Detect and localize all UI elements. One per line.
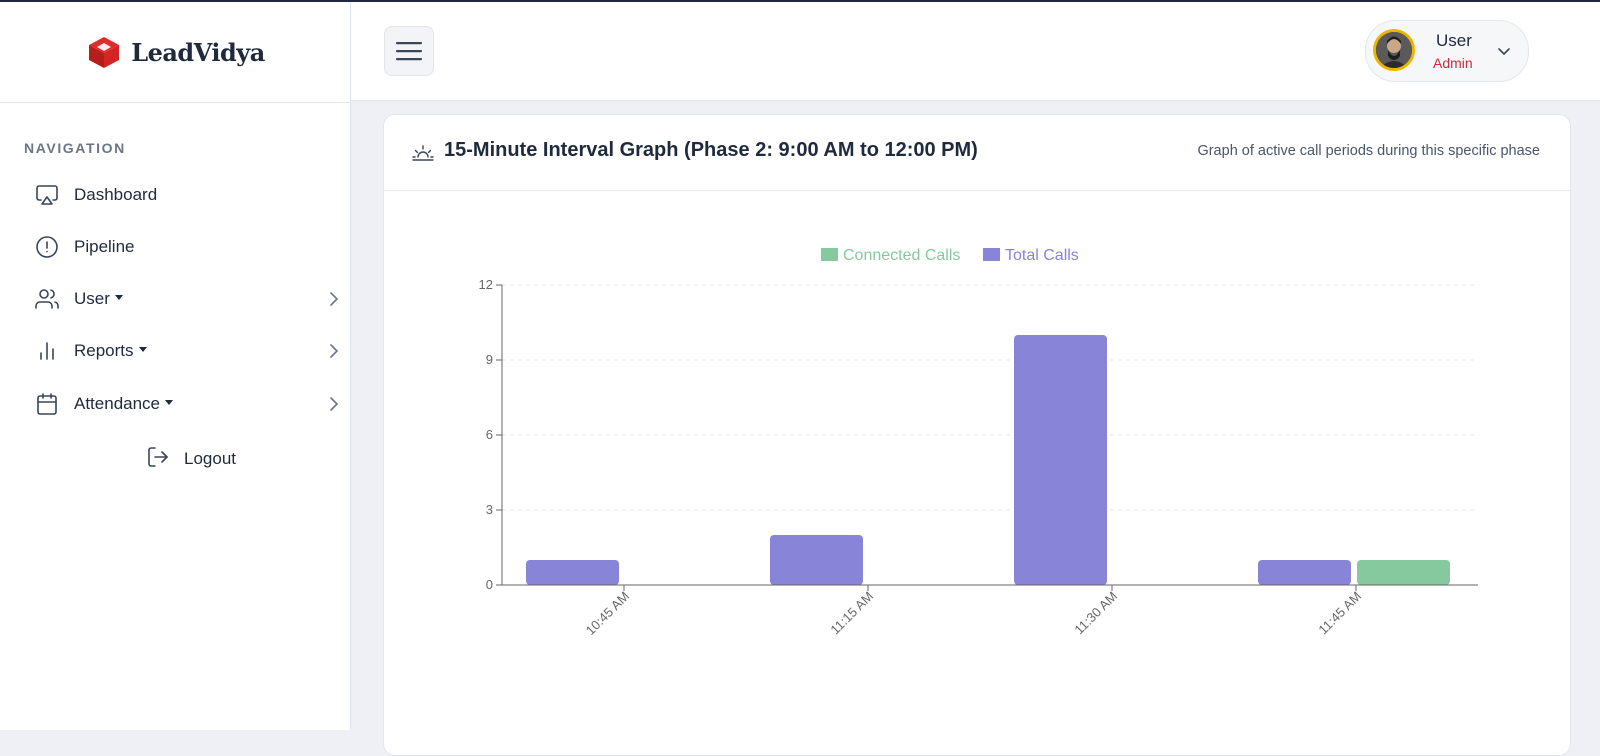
bar-chart-icon (34, 338, 60, 364)
y-tick-label: 6 (486, 427, 493, 442)
sidebar-item-pipeline[interactable]: Pipeline (34, 227, 344, 267)
sidebar-item-user[interactable]: User (34, 279, 344, 319)
bar-connected-calls (1357, 560, 1450, 585)
brand-logo-icon (89, 37, 120, 68)
bar-total-calls (1258, 560, 1351, 585)
bar-total-calls (526, 560, 619, 585)
nav-heading: NAVIGATION (24, 140, 126, 156)
x-tick-label: 11:45 AM (1315, 589, 1364, 638)
legend-swatch (983, 248, 1000, 261)
users-icon (34, 286, 60, 312)
logout-label: Logout (184, 449, 236, 468)
sidebar-item-label: Reports (74, 341, 147, 361)
legend-swatch (821, 248, 838, 261)
legend-label: Total Calls (1005, 247, 1079, 264)
x-tick-label: 11:30 AM (1071, 589, 1120, 638)
sidebar-item-reports[interactable]: Reports (34, 331, 344, 371)
top-header: User Admin (351, 2, 1600, 101)
bar-total-calls (1014, 335, 1107, 585)
avatar (1373, 29, 1415, 71)
sidebar-item-attendance[interactable]: Attendance (34, 384, 344, 424)
sidebar-item-label: Attendance (74, 394, 174, 414)
caret-down-icon (138, 347, 147, 353)
legend-label: Connected Calls (843, 247, 960, 264)
chevron-down-icon (1498, 48, 1510, 56)
bar-total-calls (770, 535, 863, 585)
calendar-icon (34, 391, 60, 417)
chevron-right-icon (330, 397, 339, 411)
monitor-icon (34, 182, 60, 208)
hamburger-icon (396, 42, 422, 61)
y-tick-label: 0 (486, 577, 493, 592)
x-tick-label: 11:15 AM (827, 589, 876, 638)
y-tick-label: 9 (486, 352, 493, 367)
user-menu[interactable]: User Admin (1365, 20, 1529, 82)
chevron-right-icon (330, 344, 339, 358)
caret-down-icon (165, 400, 174, 406)
interval-graph-card: 15-Minute Interval Graph (Phase 2: 9:00 … (383, 114, 1571, 756)
chevron-right-icon (330, 292, 339, 306)
user-role: Admin (1433, 55, 1473, 71)
caret-down-icon (114, 295, 123, 301)
y-tick-label: 3 (486, 502, 493, 517)
brand[interactable]: LeadVidya (0, 2, 350, 103)
menu-toggle-button[interactable] (384, 26, 434, 76)
sidebar-item-dashboard[interactable]: Dashboard (34, 175, 344, 215)
alert-circle-icon (34, 234, 60, 260)
user-name: User (1436, 31, 1472, 50)
sidebar-item-label: User (74, 289, 123, 309)
sidebar: LeadVidya NAVIGATION Dashboard Pipeline … (0, 2, 351, 730)
brand-name: LeadVidya (131, 37, 265, 67)
logout-button[interactable]: Logout (146, 439, 236, 479)
x-tick-label: 10:45 AM (583, 589, 632, 638)
y-tick-label: 12 (479, 277, 493, 292)
sidebar-item-label: Pipeline (74, 237, 135, 256)
logout-icon (146, 445, 170, 474)
sidebar-item-label: Dashboard (74, 185, 158, 204)
interval-bar-chart: 0 3 6 9 12 10:45 AM 11:15 AM 11:30 AM 11:45 AM Co… (479, 247, 1478, 638)
